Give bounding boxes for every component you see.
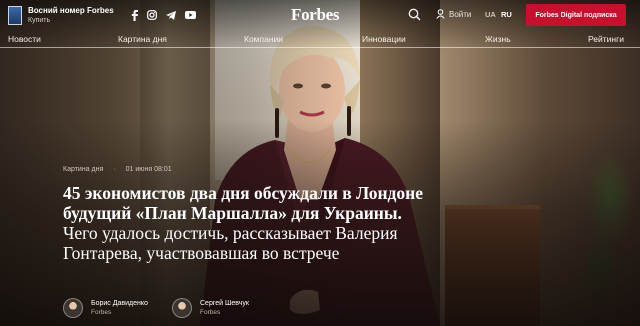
login-button[interactable]: Войти [436,9,471,19]
author-card[interactable]: Сергей Шевчук Forbes [172,298,249,318]
article-category[interactable]: Картина дня [63,166,103,173]
telegram-icon[interactable] [165,9,177,21]
lang-ru[interactable]: RU [501,10,512,19]
search-icon[interactable] [408,8,422,22]
author-org: Forbes [91,309,112,316]
nav-item-innovations[interactable]: Инновации [362,34,406,44]
subscribe-button[interactable]: Forbes Digital подписка [526,4,626,26]
article-meta: Картина дня · 01 июня 08:01 [63,166,172,173]
author-card[interactable]: Борис Давиденко Forbes [63,298,148,318]
user-icon [436,9,445,19]
nav-item-news[interactable]: Новости [8,34,41,44]
avatar [172,298,192,318]
buy-link[interactable]: Купить [28,17,50,24]
nav-item-ratings[interactable]: Рейтинги [588,34,624,44]
avatar [63,298,83,318]
instagram-icon[interactable] [146,9,158,21]
author-name: Сергей Шевчук [200,300,249,307]
nav-item-life[interactable]: Жизнь [485,34,511,44]
nav-item-companies[interactable]: Компании [244,34,283,44]
nav-item-picture-of-day[interactable]: Картина дня [118,34,167,44]
meta-separator: · [113,166,116,173]
headline-rest: Чего удалось достичь, рассказывает Валер… [63,223,398,263]
author-org: Forbes [200,309,221,316]
forbes-logo[interactable]: Forbes [291,5,340,25]
issue-title[interactable]: Восний номер Forbes [28,6,114,15]
site-header: Восний номер Forbes Купить Forbes Войти … [0,0,640,30]
lang-ua[interactable]: UA [485,10,496,19]
article-headline[interactable]: 45 экономистов два дня обсуждали в Лондо… [63,183,423,263]
facebook-icon[interactable] [128,9,140,21]
main-nav: Новости Картина дня Компании Инновации Ж… [0,30,640,48]
youtube-icon[interactable] [184,9,196,21]
login-label: Войти [449,9,472,19]
magazine-cover-thumbnail[interactable] [8,6,22,25]
article-date: 01 июня 08:01 [125,166,172,173]
headline-bold: 45 экономистов два дня обсуждали в Лондо… [63,183,424,223]
author-name: Борис Давиденко [91,300,148,307]
